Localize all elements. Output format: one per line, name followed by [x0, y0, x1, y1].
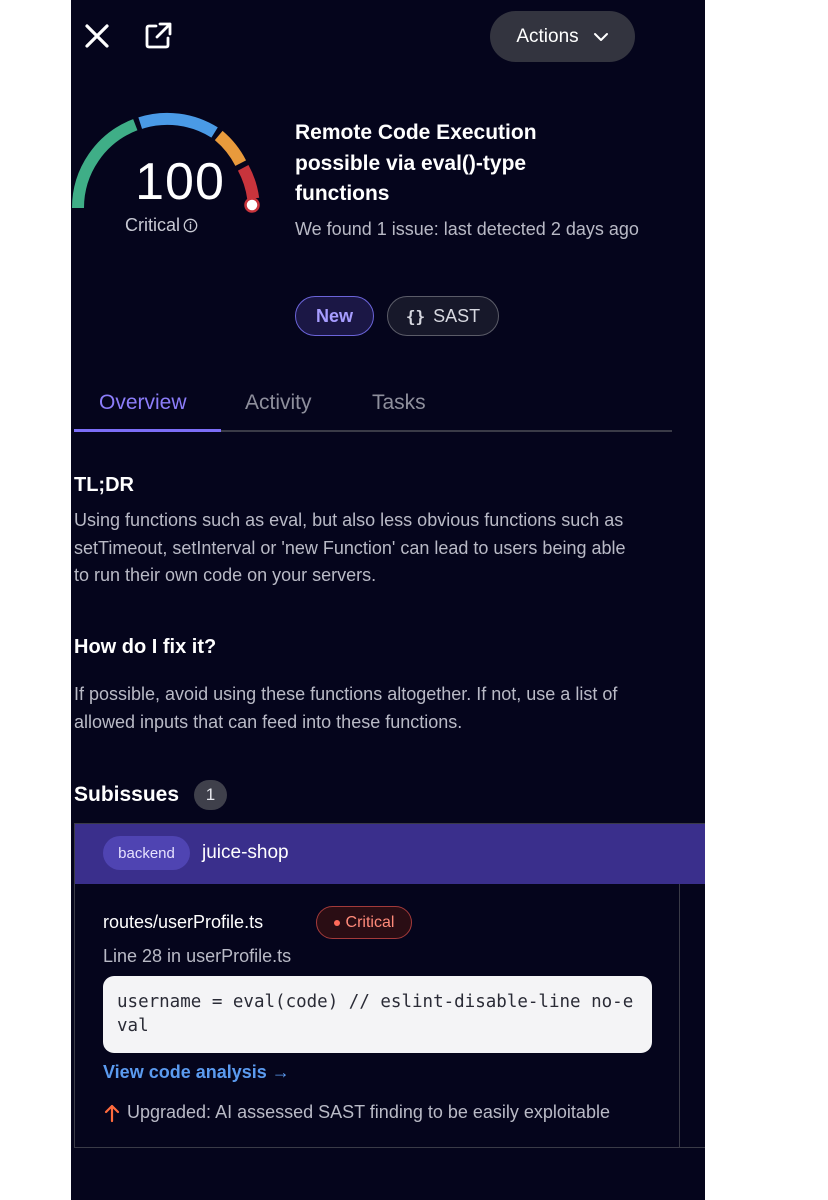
upgrade-text: Upgraded: AI assessed SAST finding to be…	[127, 1102, 610, 1122]
subissues-count-badge: 1	[194, 780, 227, 810]
fix-heading: How do I fix it?	[74, 636, 217, 658]
severity-text: Critical	[125, 215, 181, 235]
tldr-text: Using functions such as eval, but also l…	[74, 510, 626, 585]
subissues-heading: Subissues	[74, 783, 180, 806]
upgrade-note: Upgraded: AI assessed SAST finding to be…	[103, 1102, 610, 1123]
info-icon[interactable]	[183, 218, 198, 233]
risk-score-value: 100	[135, 153, 225, 211]
chevron-down-icon	[593, 32, 608, 41]
tldr-heading: TL;DR	[74, 474, 134, 496]
fix-text: If possible, avoid using these functions…	[74, 684, 618, 732]
active-tab-indicator	[74, 429, 221, 432]
group-tag: backend	[103, 836, 190, 870]
line-info: Line 28 in userProfile.ts	[103, 946, 292, 966]
external-link-icon[interactable]	[140, 18, 176, 54]
severity-label: Critical	[125, 215, 198, 236]
close-icon[interactable]	[79, 18, 115, 54]
type-badge-label: SAST	[433, 305, 481, 326]
issue-title: Remote Code Execution possible via eval(…	[295, 121, 537, 205]
issue-subtitle: We found 1 issue: last detected 2 days a…	[295, 219, 639, 239]
code-braces-icon: {}	[405, 306, 426, 326]
severity-badge: Critical	[316, 906, 412, 939]
tab-overview[interactable]: Overview	[99, 391, 187, 415]
subissue-card: backend juice-shop routes/userProfile.ts…	[74, 823, 705, 1148]
view-code-analysis-link[interactable]: View code analysis →	[103, 1062, 290, 1083]
code-snippet: username = eval(code) // eslint-disable-…	[103, 976, 652, 1053]
type-badge: {} SAST	[387, 296, 499, 336]
subissue-group-header[interactable]: backend juice-shop	[75, 824, 705, 884]
tab-activity[interactable]: Activity	[245, 391, 312, 415]
severity-dot-icon	[333, 919, 340, 926]
card-divider	[679, 884, 680, 1148]
status-badge: New	[295, 296, 374, 336]
tab-tasks[interactable]: Tasks	[372, 391, 426, 415]
file-path[interactable]: routes/userProfile.ts	[103, 912, 263, 933]
arrow-up-icon	[104, 1104, 120, 1122]
repo-name: juice-shop	[202, 842, 289, 863]
actions-button[interactable]: Actions	[490, 11, 635, 62]
issue-detail-panel: Actions 100 Critical Remote Code Executi…	[71, 0, 705, 1200]
actions-label: Actions	[516, 25, 579, 47]
severity-badge-label: Critical	[345, 913, 395, 931]
